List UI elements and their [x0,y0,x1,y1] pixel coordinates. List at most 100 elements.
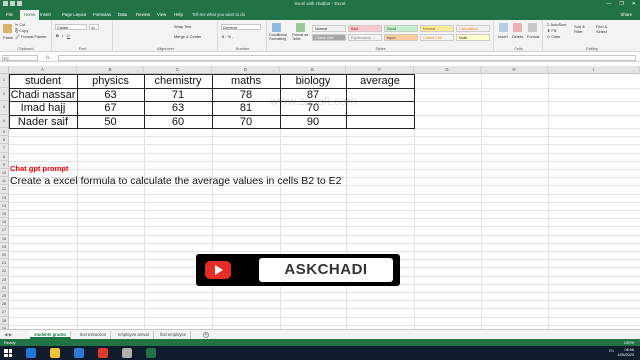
row-header-3[interactable]: 3 [0,101,9,115]
table-cell[interactable]: 50 [77,116,144,130]
row-header-6[interactable]: 6 [0,136,9,145]
table-cell[interactable]: 70 [280,102,346,116]
table-cell[interactable] [346,116,414,130]
row-header-20[interactable]: 20 [0,251,9,260]
paste-icon[interactable] [3,24,12,33]
format-icon[interactable] [528,23,537,32]
italic-button[interactable]: I [62,33,63,38]
maximize-button[interactable]: ❐ [619,1,623,7]
edge-icon[interactable] [26,348,36,358]
bold-button[interactable]: B [56,33,59,38]
row-header-14[interactable]: 14 [0,201,9,210]
ie-icon[interactable] [74,348,84,358]
table-cell[interactable] [346,89,414,103]
tab-page-layout[interactable]: Page Layout [62,12,86,17]
row-header-13[interactable]: 13 [0,193,9,202]
row-header-4[interactable]: 4 [0,114,9,128]
row-header-25[interactable]: 25 [0,292,9,301]
close-button[interactable]: ✕ [632,1,636,7]
table-cell[interactable]: 71 [144,89,212,103]
table-header-cell[interactable]: maths [212,75,280,89]
add-sheet-button[interactable]: + [203,332,209,338]
column-header-C[interactable]: C [144,66,212,74]
table-cell[interactable]: 87 [280,89,346,103]
style-neutral[interactable]: Neutral [420,25,454,32]
style-input[interactable]: Input [384,34,418,41]
name-box[interactable]: F2 [2,55,38,61]
column-header-A[interactable]: A [9,66,77,74]
formula-input[interactable] [58,55,636,61]
table-cell[interactable]: 63 [77,89,144,103]
table-cell[interactable] [346,102,414,116]
table-cell[interactable]: Chadi nassar [9,89,77,103]
table-header-cell[interactable]: chemistry [144,75,212,89]
style-check-cell[interactable]: Check Cell [312,34,346,41]
cut-button[interactable]: ✂ Cut [15,22,25,27]
format-as-table-button[interactable]: Format as Table [292,33,310,41]
format-as-table-icon[interactable] [296,23,305,32]
row-header-28[interactable]: 28 [0,316,9,325]
column-header-H[interactable]: H [481,66,548,74]
tab-insert[interactable]: Insert [40,12,51,17]
excel-taskbar-icon[interactable] [146,348,156,358]
row-header-2[interactable]: 2 [0,87,9,101]
chrome-icon[interactable] [98,348,108,358]
format-button[interactable]: Format [527,34,539,39]
row-header-11[interactable]: 11 [0,177,9,186]
autosum-button[interactable]: Σ AutoSum [547,22,567,27]
row-header-16[interactable]: 16 [0,218,9,227]
table-header-cell[interactable]: physics [77,75,144,89]
row-header-27[interactable]: 27 [0,308,9,317]
table-cell[interactable]: 78 [212,89,280,103]
sheet-tab-find-employee[interactable]: find employee [156,331,192,339]
underline-button[interactable]: U [67,33,70,38]
row-header-9[interactable]: 9 [0,160,9,169]
row-header-15[interactable]: 15 [0,210,9,219]
style-good[interactable]: Good [384,25,418,32]
table-cell[interactable]: Imad hajj [9,102,77,116]
tab-help[interactable]: Help [174,12,183,17]
row-header-21[interactable]: 21 [0,259,9,268]
system-clock[interactable]: 08:56 1/05/2023 [617,348,634,357]
sheet-nav-arrows[interactable]: ◀ ▶ [4,332,12,338]
worksheet-grid[interactable]: ABCDEFGHI 1 2 3 4 5 6 7 8 9 10 11 12 13 14 15 16 17 18 19 2… [0,66,640,351]
copy-button[interactable]: ⎘ Copy [15,28,28,33]
delete-icon[interactable] [513,23,522,32]
row-header-24[interactable]: 24 [0,283,9,292]
style-explanatory[interactable]: Explanatory ... [348,34,382,41]
column-header-G[interactable]: G [414,66,481,74]
row-header-12[interactable]: 12 [0,185,9,194]
currency-button[interactable]: $ · % , [222,34,233,39]
row-header-17[interactable]: 17 [0,226,9,235]
insert-icon[interactable] [499,23,508,32]
tab-view[interactable]: View [157,12,166,17]
tab-file[interactable]: File [6,12,13,17]
row-header-7[interactable]: 7 [0,144,9,153]
fill-button[interactable]: ⬇ Fill [547,28,556,33]
style-bad[interactable]: Bad [348,25,382,32]
table-cell[interactable]: 60 [144,116,212,130]
table-cell[interactable]: Nader saif [9,116,77,130]
wrap-text-button[interactable]: Wrap Text [174,24,191,29]
tab-formulas[interactable]: Formulas [93,12,111,17]
format-painter-button[interactable]: 🖌 Format Painter [15,34,47,39]
column-header-B[interactable]: B [77,66,144,74]
windows-start-icon[interactable] [4,349,12,357]
find-select-button[interactable]: Find & Select [596,24,614,34]
conditional-formatting-icon[interactable] [272,23,281,32]
font-size-select[interactable]: 11 [89,24,99,30]
insert-button[interactable]: Insert [498,34,508,39]
style-note[interactable]: Note [456,34,490,41]
app-icon[interactable] [122,348,132,358]
select-all-corner[interactable] [0,66,9,74]
table-cell[interactable]: 90 [280,116,346,130]
tab-home[interactable]: Home [20,10,40,20]
column-header-D[interactable]: D [212,66,280,74]
tab-review[interactable]: Review [136,12,150,17]
minimize-button[interactable]: — [606,1,611,7]
row-header-1[interactable]: 1 [0,74,9,88]
column-header-I[interactable]: I [548,66,640,74]
column-header-E[interactable]: E [280,66,346,74]
table-cell[interactable]: 70 [212,116,280,130]
font-name-select[interactable]: Calibri [55,24,87,30]
